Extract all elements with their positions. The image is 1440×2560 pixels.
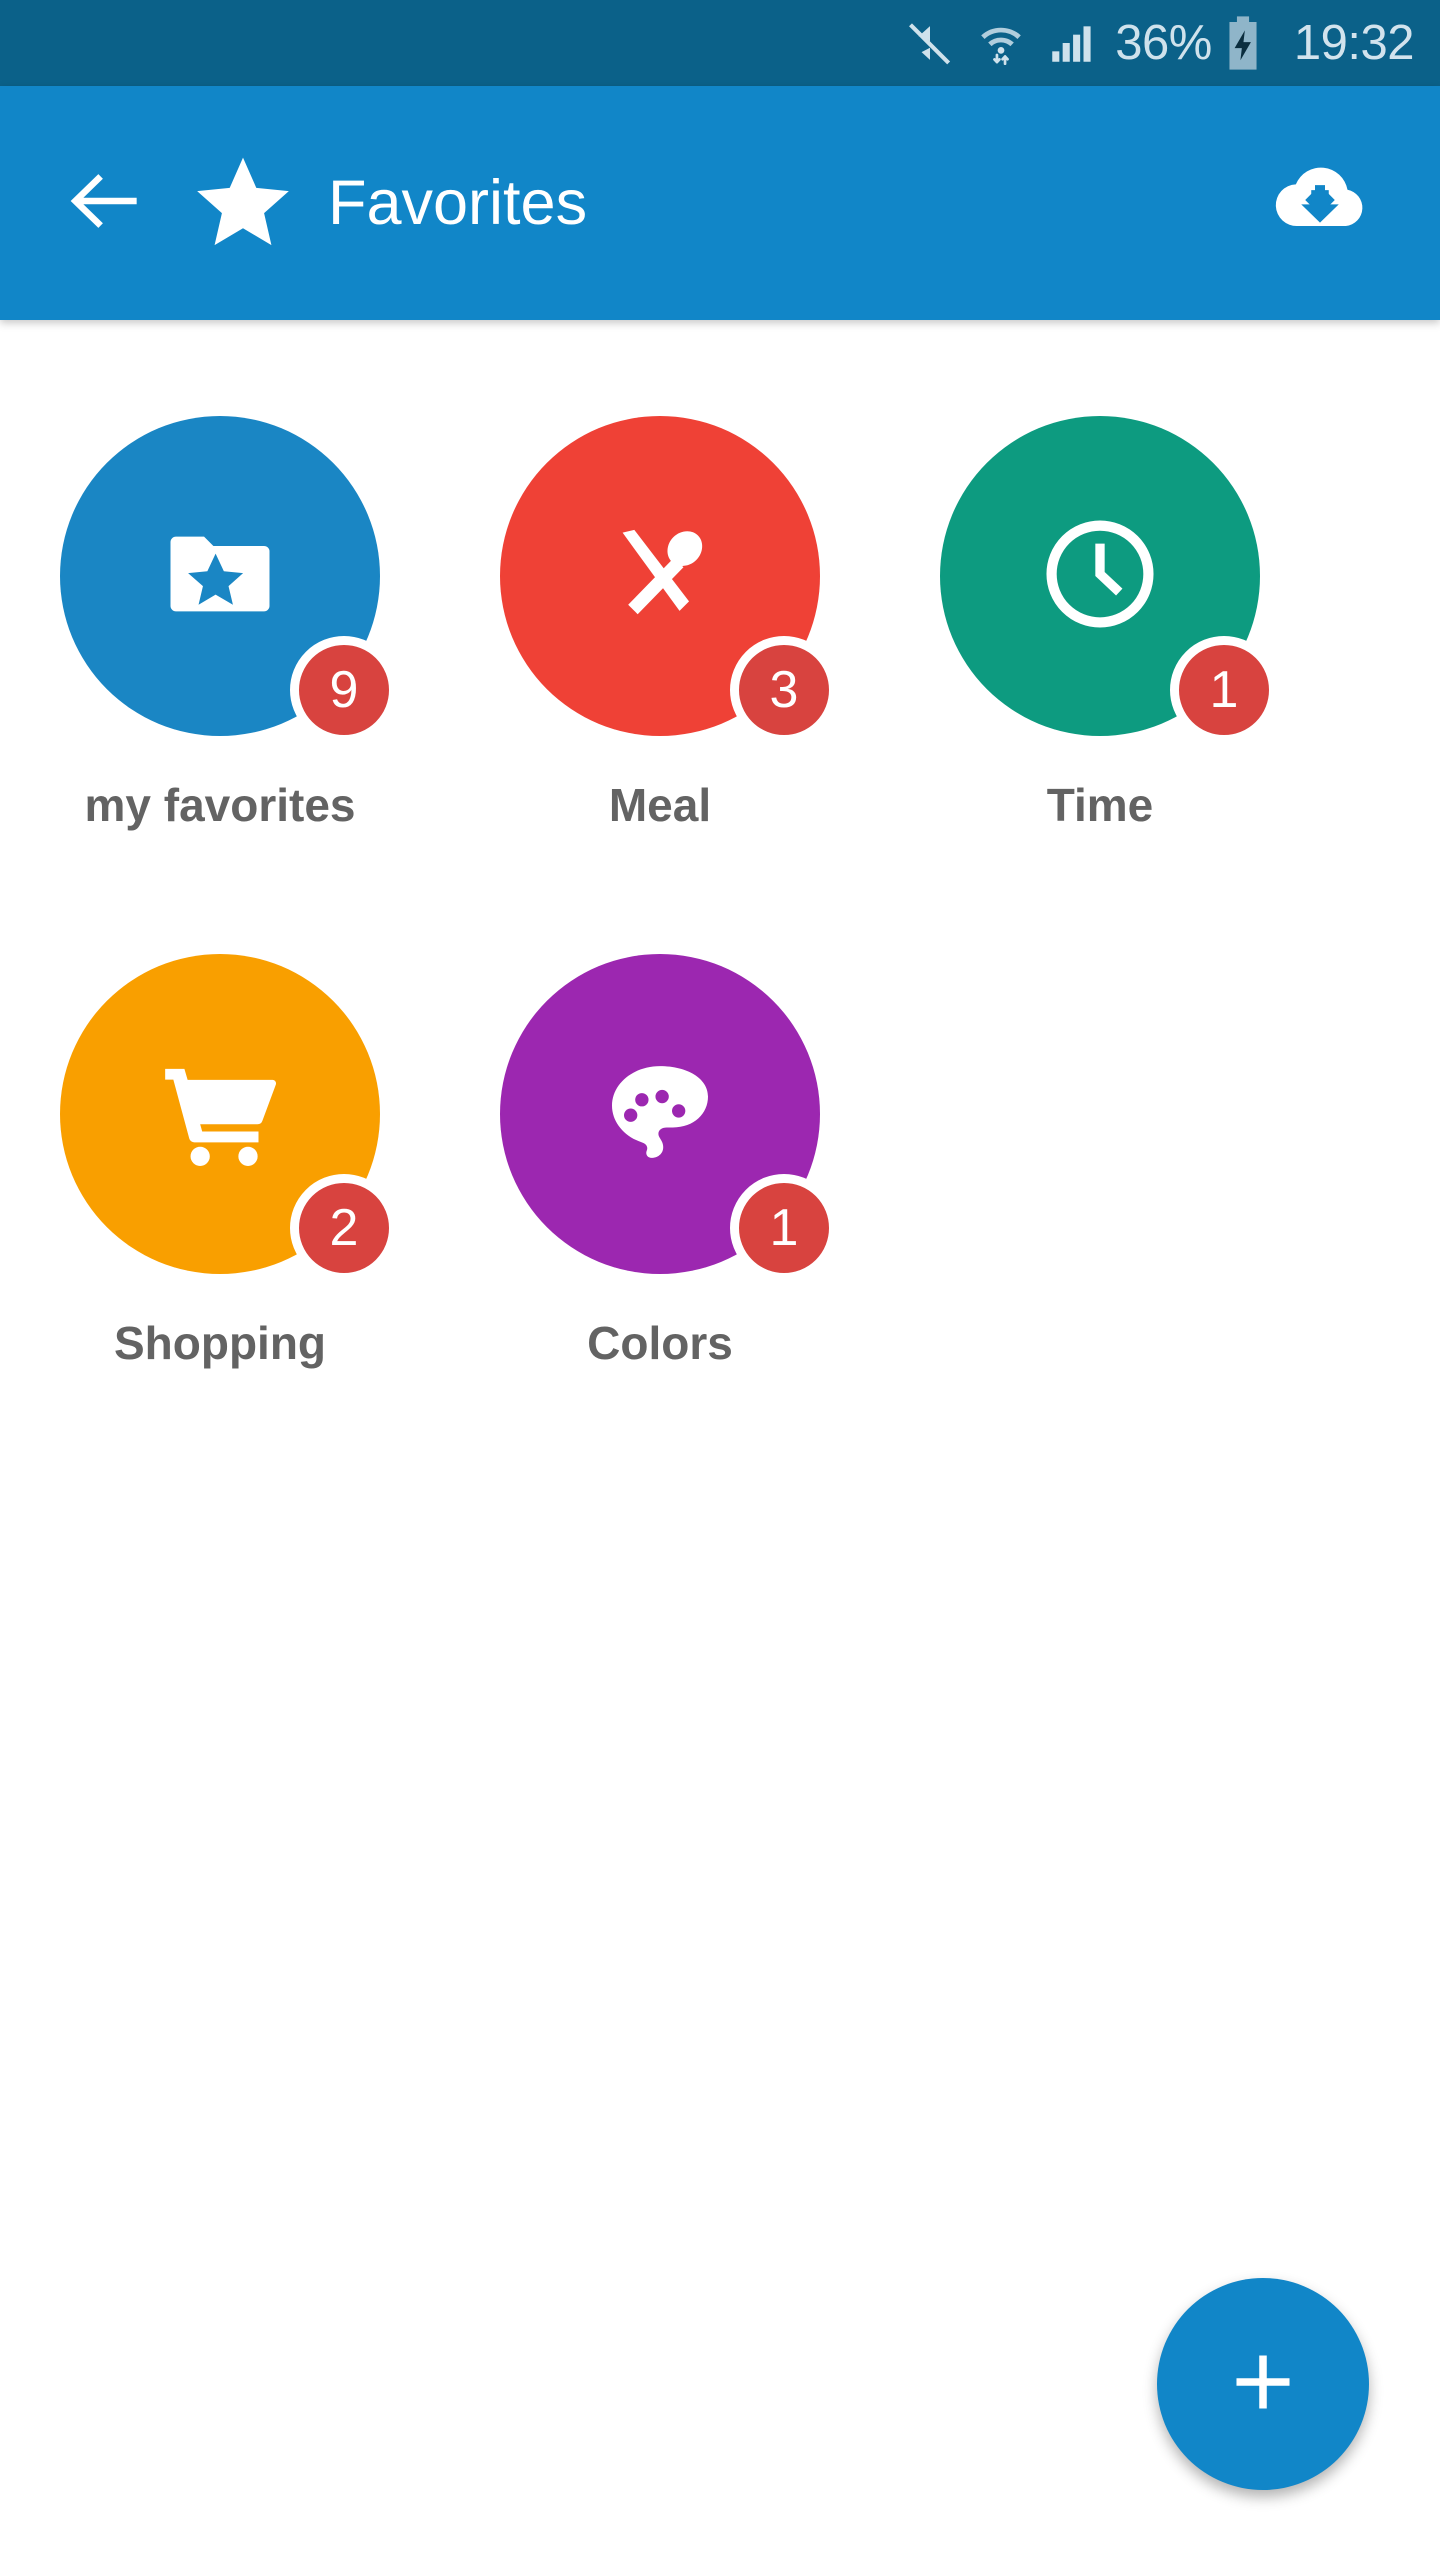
tile-circle-wrap: 1	[940, 416, 1278, 744]
download-button[interactable]	[1260, 143, 1380, 263]
tile-circle-wrap: 3	[500, 416, 838, 744]
tile-badge: 2	[290, 1174, 398, 1282]
tile-badge: 1	[1170, 636, 1278, 744]
tile-label: Time	[1046, 779, 1154, 831]
content-area: 9 my favorites 3 Meal 1 Time 2 Shopping …	[0, 320, 1440, 2560]
app-bar: Favorites	[0, 86, 1440, 320]
wifi-transfer-icon	[974, 16, 1028, 70]
tile-label: Shopping	[113, 1317, 327, 1369]
tile-badge: 1	[730, 1174, 838, 1282]
shopping-cart-icon	[150, 1042, 290, 1187]
category-tile-colors[interactable]: 1 Colors	[440, 954, 880, 1492]
folder-star-icon	[154, 508, 286, 645]
plus-icon	[1220, 2339, 1306, 2430]
palette-icon	[596, 1048, 724, 1181]
phone-screen: 36% 19:32 Favorites 9 my favorites 3 Mea…	[0, 0, 1440, 2560]
status-bar: 36% 19:32	[0, 0, 1440, 86]
star-icon	[188, 148, 298, 258]
category-tile-my-favorites[interactable]: 9 my favorites	[0, 416, 440, 954]
signal-bars-icon	[1046, 18, 1096, 68]
tile-label: Colors	[587, 1317, 733, 1369]
tile-circle-wrap: 9	[60, 416, 398, 744]
mute-icon	[904, 17, 956, 69]
battery-percent-label: 36%	[1115, 15, 1212, 70]
arrow-left-icon	[60, 155, 152, 252]
page-title: Favorites	[328, 168, 588, 238]
tile-label: my favorites	[84, 779, 356, 831]
add-fab-button[interactable]	[1157, 2278, 1369, 2490]
category-tile-time[interactable]: 1 Time	[880, 416, 1320, 954]
clock-icon	[1030, 504, 1170, 649]
tile-circle-wrap: 1	[500, 954, 838, 1282]
status-clock-label: 19:32	[1293, 15, 1415, 70]
status-icons-group: 36% 19:32	[895, 15, 1415, 71]
category-tile-shopping[interactable]: 2 Shopping	[0, 954, 440, 1492]
tile-circle-wrap: 2	[60, 954, 398, 1282]
tile-badge: 3	[730, 636, 838, 744]
tile-badge: 9	[290, 636, 398, 744]
back-button[interactable]	[46, 143, 166, 263]
category-grid: 9 my favorites 3 Meal 1 Time 2 Shopping …	[0, 416, 1440, 1492]
cutlery-icon	[593, 507, 727, 646]
cloud-download-icon	[1270, 151, 1370, 256]
battery-charging-icon	[1223, 15, 1263, 71]
category-tile-meal[interactable]: 3 Meal	[440, 416, 880, 954]
tile-label: Meal	[608, 779, 712, 831]
